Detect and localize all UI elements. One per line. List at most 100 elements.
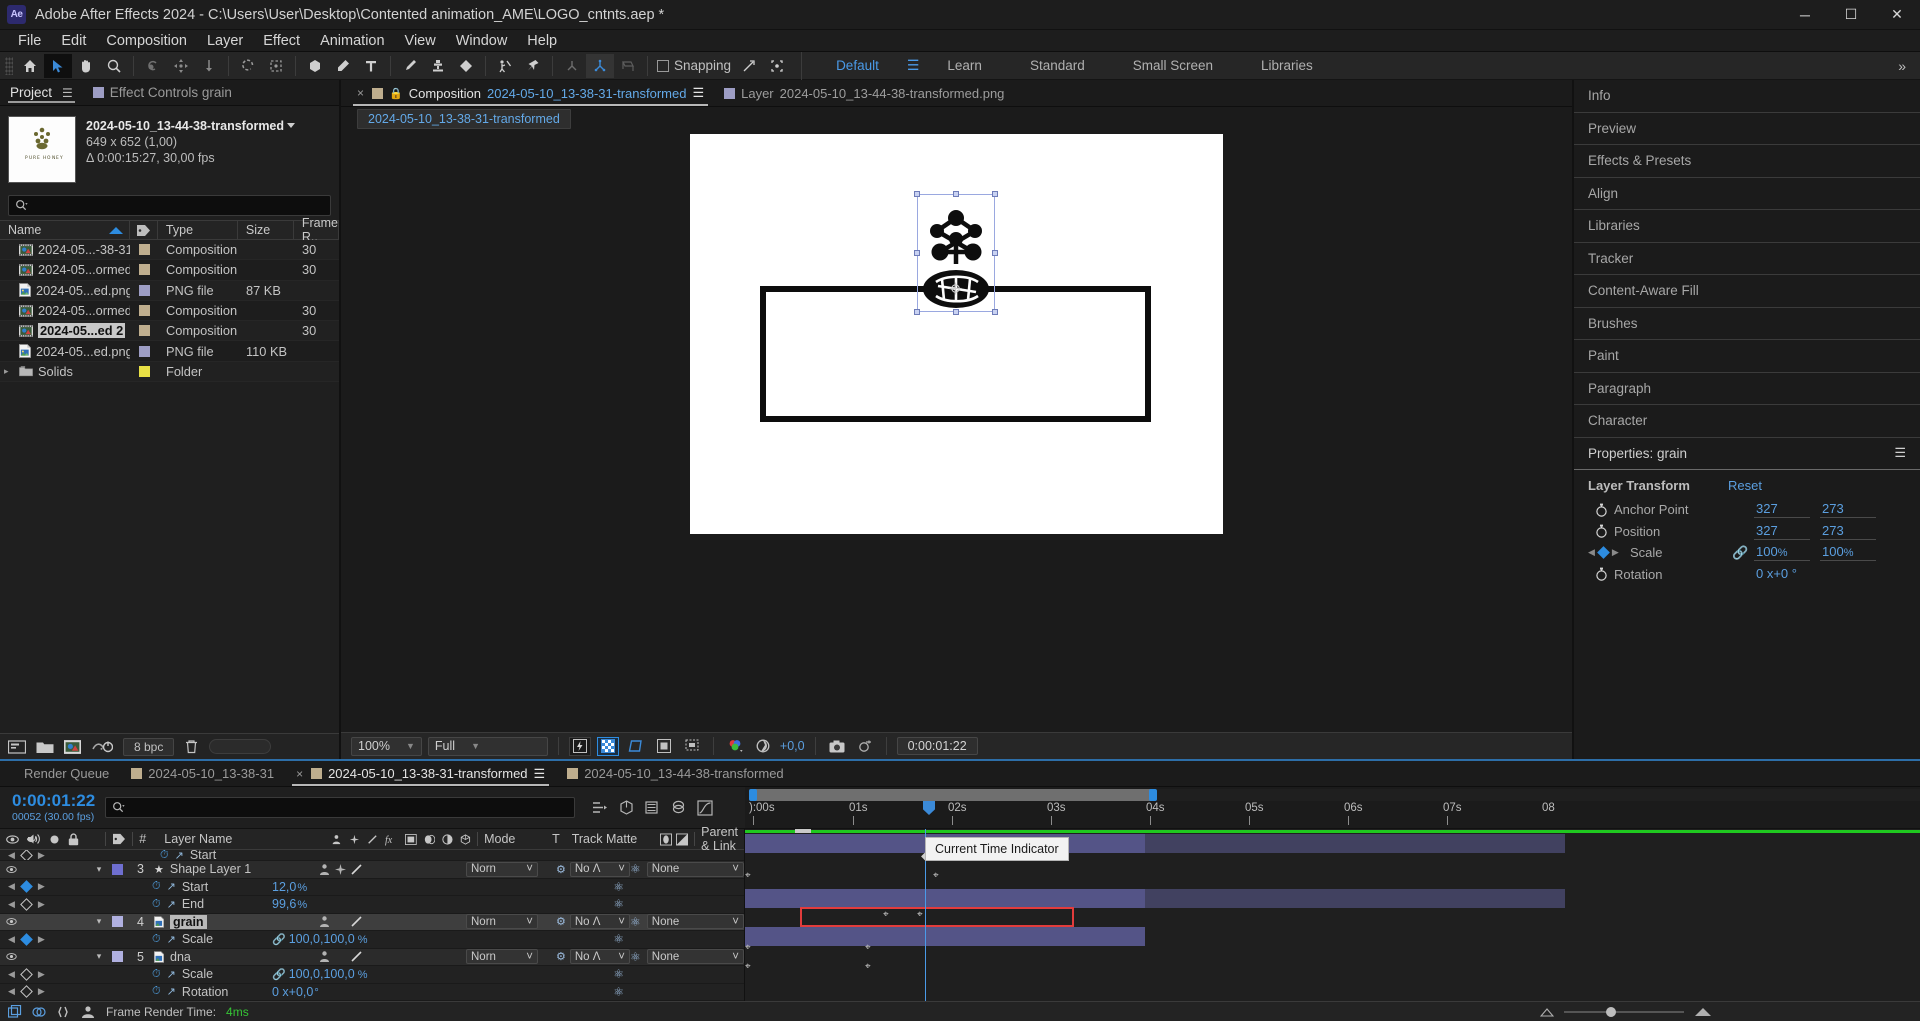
collapse-transformations-icon[interactable]: [349, 833, 360, 846]
quality-icon[interactable]: [350, 863, 363, 876]
matte-link-icon[interactable]: ⚙: [556, 915, 566, 928]
project-row[interactable]: 2024-05...ormed Composition 30: [0, 260, 339, 281]
previous-keyframe-icon[interactable]: ◀: [8, 881, 15, 892]
zoom-in-icon[interactable]: [1694, 1006, 1712, 1018]
graph-icon[interactable]: ↗: [167, 898, 176, 911]
panel-character[interactable]: Character: [1574, 405, 1920, 438]
property-value[interactable]: 99,6: [272, 897, 296, 911]
keyframe-marker[interactable]: ⌖: [865, 942, 871, 953]
keyframe-marker[interactable]: ⌖: [865, 961, 871, 972]
keyframe-marker[interactable]: ⌖: [745, 942, 751, 953]
solo-icon[interactable]: [49, 834, 60, 845]
timeline-layer-row[interactable]: ▾ 3 ★ Shape Layer 1 Norn ˅ ⚙ No Λ ˅ ⚛ No…: [0, 861, 744, 879]
lock-icon[interactable]: [68, 832, 79, 846]
property-value[interactable]: 0 x+0,0: [272, 985, 313, 999]
sort-ascending-icon[interactable]: [108, 226, 123, 234]
toolbar-grip[interactable]: [5, 56, 13, 75]
tab-comp-13-38-31-transformed[interactable]: × 2024-05-10_13-38-31-transformed ☰: [286, 761, 555, 787]
current-time-display[interactable]: 0:00:01:22 00052 (30.00 fps): [12, 792, 95, 823]
pickwhip-icon[interactable]: ⚛: [630, 950, 641, 964]
project-row-swatch-cell[interactable]: [130, 345, 158, 357]
disclosure-triangle-icon[interactable]: ▾: [90, 864, 108, 875]
previous-keyframe-icon[interactable]: ◀: [8, 850, 15, 860]
layer-switches[interactable]: [318, 863, 466, 876]
keyframe-nav-cell[interactable]: ◀ ▶: [0, 985, 62, 999]
next-keyframe-icon[interactable]: ▶: [38, 850, 45, 860]
shy-icon[interactable]: [318, 863, 331, 876]
panel-info[interactable]: Info: [1574, 80, 1920, 113]
layer-duration-bar-extension[interactable]: [1145, 889, 1565, 908]
pin-tool-icon[interactable]: [519, 54, 547, 78]
eye-icon[interactable]: [6, 834, 19, 845]
channel-select-icon[interactable]: [724, 737, 746, 756]
workspace-learn[interactable]: Learn: [923, 58, 1006, 73]
quality-icon[interactable]: [350, 950, 363, 963]
puppet-pin-icon[interactable]: [491, 54, 519, 78]
tag-icon[interactable]: [112, 833, 126, 845]
stopwatch-icon[interactable]: ⏱: [152, 933, 161, 946]
shy-icon[interactable]: [331, 833, 342, 846]
close-button[interactable]: ✕: [1874, 0, 1920, 30]
scale-x[interactable]: 100%: [1754, 544, 1810, 562]
stopwatch-icon[interactable]: ⏱: [152, 880, 161, 893]
panel-libraries[interactable]: Libraries: [1574, 210, 1920, 243]
mode-dropdown[interactable]: Norn ˅: [466, 914, 538, 930]
keyframe-marker[interactable]: ⌖: [745, 961, 751, 972]
timeline-track-area[interactable]: ◆ ⌖ ⌖ ⌖ ⌖ ⌖ ⌖ ⌖ ⌖ Curren: [745, 829, 1920, 1001]
shy-icon[interactable]: [318, 950, 331, 963]
layer-duration-bar[interactable]: [745, 927, 1145, 946]
anchor-point-icon[interactable]: [949, 282, 962, 295]
asset-dropdown-icon[interactable]: [287, 123, 296, 128]
property-value[interactable]: 12,0: [272, 880, 296, 894]
layer-duration-bar-extension[interactable]: [1145, 834, 1565, 853]
timeline-property-row[interactable]: ◀ ▶ ⏱ ↗ End 99,6 % ⚛: [0, 896, 744, 914]
workspace-libraries[interactable]: Libraries: [1237, 58, 1337, 73]
timeline-property-row[interactable]: ◀ ▶ ⏱ ↗ Start 12,0 % ⚛: [0, 878, 744, 897]
properties-menu-icon[interactable]: ☰: [1894, 445, 1906, 461]
zoom-tool-icon[interactable]: [100, 54, 128, 78]
composition-timecode[interactable]: 0:00:01:22: [896, 737, 978, 755]
workspace-standard[interactable]: Standard: [1006, 58, 1109, 73]
parent-dropdown[interactable]: None ˅: [646, 949, 744, 965]
motion-blur-icon[interactable]: [424, 833, 436, 846]
asset-thumbnail[interactable]: PUR EHO NEY: [8, 116, 76, 183]
graph-icon[interactable]: ↗: [167, 985, 176, 998]
local-axis-icon[interactable]: [558, 54, 586, 78]
project-row-swatch-cell[interactable]: [130, 284, 158, 296]
track-matte-cell[interactable]: ⚙ No Λ ˅: [556, 914, 630, 930]
work-area-end-handle[interactable]: [1149, 789, 1157, 801]
keyframe-diamond-icon[interactable]: [20, 932, 33, 946]
snap-bounding-box-icon[interactable]: [763, 54, 791, 78]
panel-menu-icon[interactable]: ☰: [62, 86, 73, 100]
disclosure-triangle-icon[interactable]: ▾: [90, 951, 108, 962]
pickwhip-icon[interactable]: ⚛: [613, 897, 744, 911]
selection-handle[interactable]: [914, 250, 920, 256]
menu-layer[interactable]: Layer: [197, 30, 253, 52]
exposure-value[interactable]: +0,0: [780, 739, 805, 753]
delete-icon[interactable]: [184, 739, 199, 754]
project-search-input[interactable]: [8, 195, 331, 216]
project-row-swatch-cell[interactable]: [130, 264, 158, 276]
layer-name-cell[interactable]: grain: [150, 914, 318, 929]
composition-viewer[interactable]: [341, 130, 1572, 732]
view-axis-icon[interactable]: [614, 54, 642, 78]
menu-file[interactable]: File: [8, 30, 51, 52]
layer-label-swatch[interactable]: [108, 951, 126, 963]
tab-comp-13-38-31[interactable]: 2024-05-10_13-38-31: [121, 761, 284, 787]
pickwhip-icon[interactable]: ⚛: [613, 985, 744, 999]
keyframe-nav-cell[interactable]: ◀ ▶: [0, 880, 62, 894]
pickwhip-icon[interactable]: ⚛: [630, 915, 641, 929]
graph-icon[interactable]: ↗: [167, 968, 176, 981]
adjustment-layer-icon[interactable]: [442, 833, 453, 846]
disclosure-triangle-icon[interactable]: ▾: [90, 916, 108, 927]
interpret-footage-icon[interactable]: [8, 739, 26, 754]
parent-dropdown[interactable]: None ˅: [646, 914, 744, 930]
pickwhip-icon[interactable]: ⚛: [613, 967, 744, 981]
pickwhip-icon[interactable]: ⚛: [613, 932, 744, 946]
parent-link-cell[interactable]: ⚛ None ˅: [630, 914, 744, 930]
next-keyframe-icon[interactable]: ▶: [38, 899, 45, 910]
layer-mode-select[interactable]: Norn ˅: [466, 861, 538, 877]
column-name[interactable]: Name: [0, 221, 130, 239]
previous-keyframe-icon[interactable]: ◀: [1588, 547, 1595, 558]
previous-keyframe-icon[interactable]: ◀: [8, 934, 15, 945]
